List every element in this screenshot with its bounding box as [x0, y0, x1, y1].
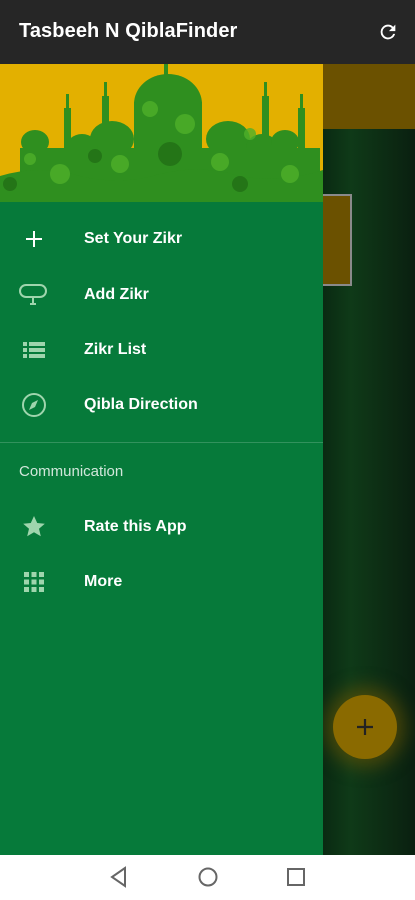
menu-item-more[interactable]: More — [0, 555, 323, 610]
plus-icon — [357, 719, 373, 735]
app-title: Tasbeeh N QiblaFinder — [19, 20, 238, 42]
menu-item-zikr-list[interactable]: Zikr List — [0, 323, 323, 378]
compass-icon — [21, 392, 47, 418]
plus-icon — [21, 226, 47, 252]
mosque-illustration — [0, 64, 323, 202]
drawer-divider — [0, 442, 323, 443]
navigation-drawer: Set Your Zikr Add Zikr Zikr List Qibla D… — [0, 64, 323, 855]
menu-item-qibla-direction[interactable]: Qibla Direction — [0, 378, 323, 433]
content-card — [323, 194, 352, 286]
list-icon — [21, 337, 47, 363]
menu-item-label: Add Zikr — [84, 286, 149, 303]
menu-item-label: Rate this App — [84, 518, 187, 535]
drawer-header — [0, 64, 323, 202]
system-navigation-bar — [0, 855, 415, 900]
app-bar: Tasbeeh N QiblaFinder — [0, 0, 415, 64]
recents-icon[interactable] — [285, 866, 307, 888]
menu-item-label: More — [84, 573, 123, 590]
menu-item-label: Qibla Direction — [84, 396, 198, 413]
refresh-icon[interactable] — [377, 21, 399, 43]
menu-item-add-zikr[interactable]: Add Zikr — [0, 268, 323, 323]
section-title: Communication — [19, 463, 124, 480]
star-icon — [21, 514, 47, 540]
home-icon[interactable] — [197, 866, 219, 888]
back-icon[interactable] — [109, 866, 129, 888]
content-banner — [323, 64, 415, 129]
add-zikr-fab[interactable] — [333, 695, 397, 759]
grid-icon — [21, 569, 47, 595]
menu-item-label: Set Your Zikr — [84, 230, 183, 247]
tasbeeh-icon — [18, 282, 48, 308]
menu-item-set-your-zikr[interactable]: Set Your Zikr — [0, 212, 323, 267]
menu-item-label: Zikr List — [84, 341, 147, 358]
menu-item-rate-this-app[interactable]: Rate this App — [0, 500, 323, 555]
